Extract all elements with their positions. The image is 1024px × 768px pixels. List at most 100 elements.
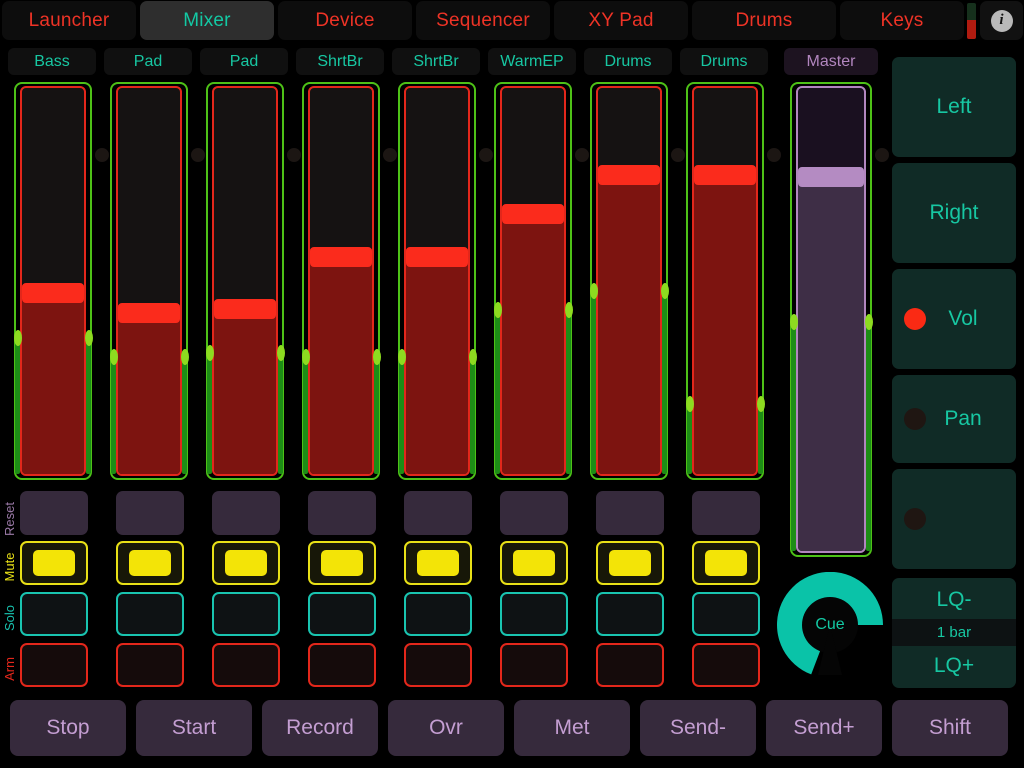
transport-send[interactable]: Send+ <box>766 700 882 756</box>
track-name-6[interactable]: Drums <box>584 48 672 75</box>
meter-marker-5-right <box>565 302 573 318</box>
track-name-1[interactable]: Pad <box>104 48 192 75</box>
solo-button-0[interactable] <box>20 592 88 636</box>
fader-0[interactable] <box>14 82 92 480</box>
fader-handle-5[interactable] <box>502 204 564 224</box>
mute-button-6[interactable] <box>596 541 664 585</box>
solo-button-7[interactable] <box>692 592 760 636</box>
sidebar-item-pan[interactable]: Pan <box>892 375 1016 463</box>
fader-fill-1 <box>118 305 180 474</box>
fader-3[interactable] <box>302 82 380 480</box>
top-tab-bar: LauncherMixerDeviceSequencerXY PadDrumsK… <box>0 0 1024 41</box>
reset-button-0[interactable] <box>20 491 88 535</box>
pan-dot-6[interactable] <box>671 148 685 162</box>
fader-handle-6[interactable] <box>598 165 660 185</box>
reset-button-4[interactable] <box>404 491 472 535</box>
mute-button-3[interactable] <box>308 541 376 585</box>
fader-handle-8[interactable] <box>798 167 864 187</box>
reset-button-5[interactable] <box>500 491 568 535</box>
fader-6[interactable] <box>590 82 668 480</box>
sidebar-item-left[interactable]: Left <box>892 57 1016 157</box>
solo-button-4[interactable] <box>404 592 472 636</box>
solo-button-2[interactable] <box>212 592 280 636</box>
sidebar-item-blank[interactable] <box>892 469 1016 569</box>
sidebar-item-vol[interactable]: Vol <box>892 269 1016 369</box>
transport-send[interactable]: Send- <box>640 700 756 756</box>
track-name-5[interactable]: WarmEP <box>488 48 576 75</box>
arm-button-7[interactable] <box>692 643 760 687</box>
fader-handle-4[interactable] <box>406 247 468 267</box>
mute-button-4[interactable] <box>404 541 472 585</box>
pan-dot-0[interactable] <box>95 148 109 162</box>
quantize-decrease-button[interactable]: LQ- <box>892 582 1016 618</box>
arm-button-6[interactable] <box>596 643 664 687</box>
pan-dot-4[interactable] <box>479 148 493 162</box>
pan-dot-1[interactable] <box>191 148 205 162</box>
arm-button-3[interactable] <box>308 643 376 687</box>
transport-record[interactable]: Record <box>262 700 378 756</box>
track-name-4[interactable]: ShrtBr <box>392 48 480 75</box>
mute-button-1[interactable] <box>116 541 184 585</box>
track-name-0[interactable]: Bass <box>8 48 96 75</box>
pan-dot-5[interactable] <box>575 148 589 162</box>
mute-button-2[interactable] <box>212 541 280 585</box>
fader-handle-2[interactable] <box>214 299 276 319</box>
tab-mixer[interactable]: Mixer <box>140 1 274 40</box>
fader-handle-3[interactable] <box>310 247 372 267</box>
row-label-arm: Arm <box>2 651 16 687</box>
solo-button-6[interactable] <box>596 592 664 636</box>
transport-start[interactable]: Start <box>136 700 252 756</box>
track-name-3[interactable]: ShrtBr <box>296 48 384 75</box>
arm-button-4[interactable] <box>404 643 472 687</box>
arm-button-0[interactable] <box>20 643 88 687</box>
transport-ovr[interactable]: Ovr <box>388 700 504 756</box>
quantize-increase-button[interactable]: LQ+ <box>892 648 1016 684</box>
reset-button-3[interactable] <box>308 491 376 535</box>
track-name-2[interactable]: Pad <box>200 48 288 75</box>
fader-7[interactable] <box>686 82 764 480</box>
pan-dot-2[interactable] <box>287 148 301 162</box>
pan-dot-8[interactable] <box>875 148 889 162</box>
row-label-solo: Solo <box>2 600 16 636</box>
fader-1[interactable] <box>110 82 188 480</box>
mute-button-0[interactable] <box>20 541 88 585</box>
tab-xy-pad[interactable]: XY Pad <box>554 1 688 40</box>
arm-button-5[interactable] <box>500 643 568 687</box>
arm-button-2[interactable] <box>212 643 280 687</box>
info-button[interactable]: i <box>980 1 1023 40</box>
meter-marker-7-left <box>686 396 694 412</box>
transport-met[interactable]: Met <box>514 700 630 756</box>
solo-button-3[interactable] <box>308 592 376 636</box>
fader-5[interactable] <box>494 82 572 480</box>
pan-dot-7[interactable] <box>767 148 781 162</box>
arm-button-1[interactable] <box>116 643 184 687</box>
fader-handle-7[interactable] <box>694 165 756 185</box>
fader-handle-0[interactable] <box>22 283 84 303</box>
track-name-8[interactable]: Master <box>784 48 878 75</box>
transport-stop[interactable]: Stop <box>10 700 126 756</box>
reset-button-7[interactable] <box>692 491 760 535</box>
solo-button-5[interactable] <box>500 592 568 636</box>
fader-2[interactable] <box>206 82 284 480</box>
tab-keys[interactable]: Keys <box>840 1 964 40</box>
fader-fill-5 <box>502 206 564 474</box>
mute-button-5[interactable] <box>500 541 568 585</box>
fader-4[interactable] <box>398 82 476 480</box>
reset-button-1[interactable] <box>116 491 184 535</box>
track-name-7[interactable]: Drums <box>680 48 768 75</box>
solo-button-1[interactable] <box>116 592 184 636</box>
sidebar-item-right[interactable]: Right <box>892 163 1016 263</box>
reset-button-2[interactable] <box>212 491 280 535</box>
tab-device[interactable]: Device <box>278 1 412 40</box>
tab-drums[interactable]: Drums <box>692 1 836 40</box>
mute-button-7[interactable] <box>692 541 760 585</box>
mute-active-indicator-0 <box>33 550 75 576</box>
tab-launcher[interactable]: Launcher <box>2 1 136 40</box>
pan-dot-3[interactable] <box>383 148 397 162</box>
tab-sequencer[interactable]: Sequencer <box>416 1 550 40</box>
fader-8[interactable] <box>790 82 872 557</box>
cue-knob[interactable]: Cue <box>777 572 883 678</box>
transport-shift[interactable]: Shift <box>892 700 1008 756</box>
reset-button-6[interactable] <box>596 491 664 535</box>
fader-handle-1[interactable] <box>118 303 180 323</box>
